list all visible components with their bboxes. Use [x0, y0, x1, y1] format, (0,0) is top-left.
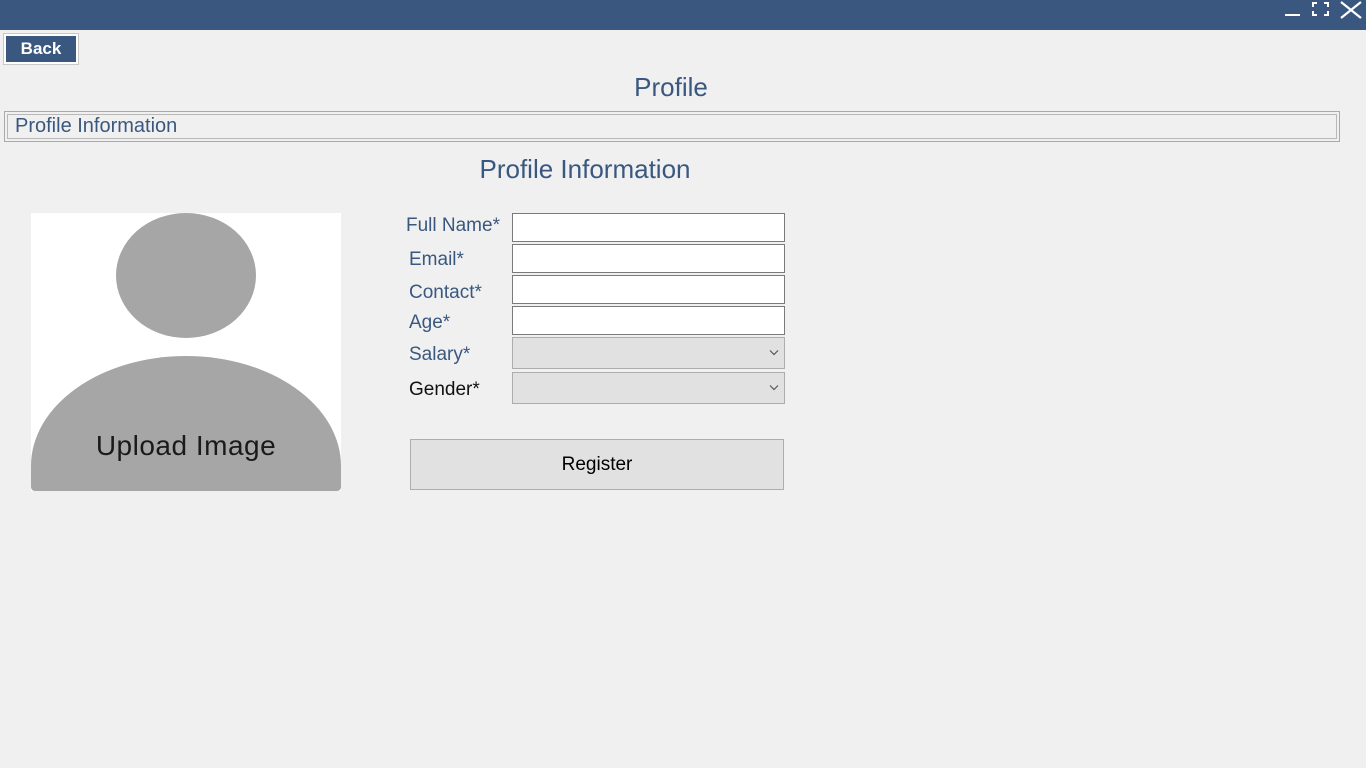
salary-label: Salary*: [409, 344, 471, 365]
section-header: Profile Information: [4, 111, 1340, 142]
gender-label: Gender*: [409, 379, 480, 400]
window-titlebar: [0, 0, 1366, 30]
close-icon[interactable]: [1338, 0, 1362, 22]
email-field[interactable]: [512, 244, 785, 273]
chevron-down-icon: [769, 350, 779, 356]
avatar-head-icon: [116, 213, 256, 338]
full-name-field[interactable]: [512, 213, 785, 242]
age-field[interactable]: [512, 306, 785, 335]
age-label: Age*: [409, 312, 451, 333]
email-label: Email*: [409, 249, 464, 270]
chevron-down-icon: [769, 385, 779, 391]
section-header-label: Profile Information: [15, 115, 178, 137]
contact-label: Contact*: [409, 282, 482, 303]
full-name-label: Full Name*: [406, 215, 500, 236]
upload-image-button[interactable]: Upload Image: [31, 213, 341, 491]
page-title: Profile: [634, 72, 708, 102]
maximize-icon[interactable]: [1309, 0, 1333, 22]
minimize-icon[interactable]: [1281, 0, 1305, 22]
avatar-body-icon: [31, 356, 341, 491]
register-button[interactable]: Register: [410, 439, 784, 490]
form-title: Profile Information: [479, 154, 691, 184]
gender-select[interactable]: [512, 372, 785, 404]
section-header-frame: [7, 114, 1337, 139]
contact-field[interactable]: [512, 275, 785, 304]
upload-image-label: Upload Image: [95, 430, 277, 461]
back-button[interactable]: Back: [3, 33, 79, 65]
salary-select[interactable]: [512, 337, 785, 369]
